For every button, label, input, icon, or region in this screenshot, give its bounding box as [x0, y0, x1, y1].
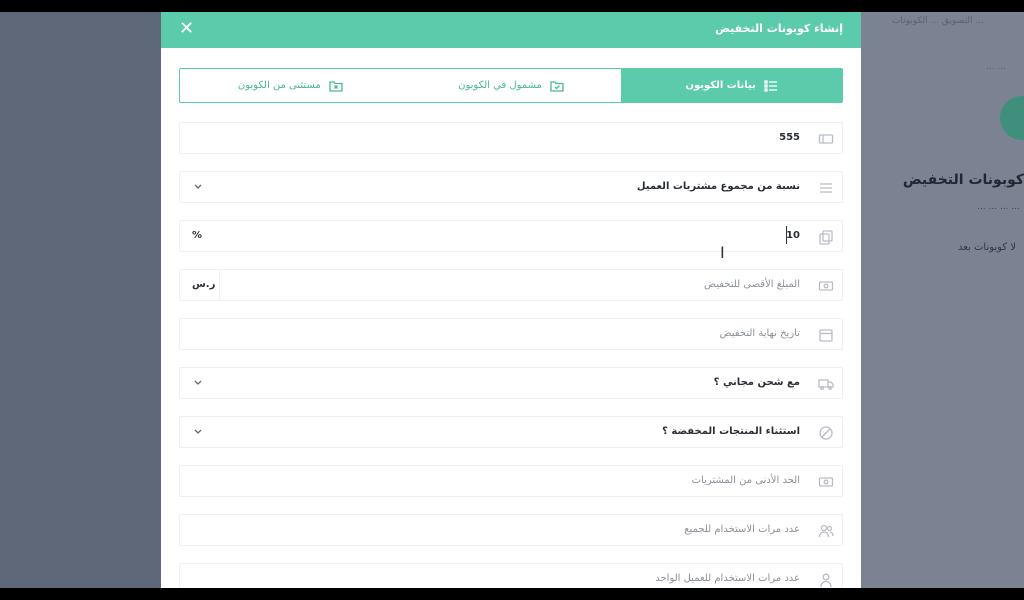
coupon-code-field[interactable]: 555: [179, 122, 843, 154]
chevron-down-icon: [194, 184, 202, 189]
copy-icon: [819, 230, 833, 245]
calendar-icon: [819, 329, 833, 342]
discount-value-field[interactable]: 10 % I: [179, 220, 843, 262]
currency-suffix-box: ر.س: [180, 270, 220, 300]
discount-value: 10: [786, 230, 800, 241]
max-discount-field[interactable]: المبلغ الأقصى للتخفيض ر.س: [179, 269, 843, 301]
background-subtitle: ... ... ... ...: [977, 202, 1020, 212]
currency-suffix: ر.س: [192, 279, 216, 290]
list-lines-icon: [820, 183, 832, 193]
tab-excluded-label: مستثنى من الكوبون: [237, 80, 321, 91]
text-caret: [786, 226, 787, 244]
exclude-discounted-value: استثناء المنتجات المخفضة ؟: [662, 426, 800, 437]
min-purchase-field[interactable]: الحد الأدنى من المشتريات: [179, 465, 843, 497]
discount-type-value: نسبة من مجموع مشتريات العميل: [636, 181, 800, 192]
user-icon: [820, 573, 832, 588]
list-icon: [764, 79, 777, 92]
background-small-text: ... ...: [985, 62, 1006, 72]
background-page: ... التسويق ... الكوبونات ... ... كوبونا…: [860, 12, 1024, 588]
percent-suffix: %: [192, 230, 203, 241]
discount-type-select[interactable]: نسبة من مجموع مشتريات العميل: [179, 171, 843, 203]
end-date-field[interactable]: تاريخ نهاية التخفيض: [179, 318, 843, 350]
chevron-down-icon: [194, 380, 202, 385]
max-discount-placeholder: المبلغ الأقصى للتخفيض: [703, 279, 800, 290]
tab-excluded[interactable]: مستثنى من الكوبون: [180, 69, 401, 102]
users-icon: [818, 524, 834, 538]
modal-title: إنشاء كوبونات التخفيض: [715, 22, 843, 35]
ticket-icon: [818, 134, 834, 144]
usage-per-customer-placeholder: عدد مرات الاستخدام للعميل الواحد: [655, 573, 800, 584]
min-purchase-placeholder: الحد الأدنى من المشتريات: [691, 475, 800, 486]
create-coupon-modal: إنشاء كوبونات التخفيض ✕ بيانات الكوبون م…: [161, 12, 861, 588]
tab-included-label: مشمول في الكوبون: [458, 80, 542, 91]
screen-frame: ... التسويق ... الكوبونات ... ... كوبونا…: [0, 12, 1024, 588]
free-shipping-select[interactable]: مع شحن مجاني ؟: [179, 367, 843, 399]
close-icon[interactable]: ✕: [179, 17, 194, 41]
exclude-discounted-select[interactable]: استثناء المنتجات المخفضة ؟: [179, 416, 843, 448]
tab-coupon-data-label: بيانات الكوبون: [685, 80, 756, 91]
folder-check-icon: [550, 80, 564, 92]
coupon-tabs: بيانات الكوبون مشمول في الكوبون مستثنى م…: [179, 68, 843, 103]
truck-icon: [818, 379, 834, 390]
chevron-down-icon: [194, 429, 202, 434]
end-date-placeholder: تاريخ نهاية التخفيض: [719, 328, 800, 339]
modal-header: إنشاء كوبونات التخفيض ✕: [161, 12, 861, 48]
money2-icon: [818, 477, 834, 487]
usage-total-placeholder: عدد مرات الاستخدام للجميع: [684, 524, 800, 535]
usage-total-field[interactable]: عدد مرات الاستخدام للجميع: [179, 514, 843, 546]
tab-included[interactable]: مشمول في الكوبون: [401, 69, 622, 102]
folder-x-icon: [329, 80, 343, 92]
money-icon: [818, 281, 834, 291]
free-shipping-value: مع شحن مجاني ؟: [713, 377, 800, 388]
usage-per-customer-field[interactable]: عدد مرات الاستخدام للعميل الواحد: [179, 563, 843, 588]
background-breadcrumb: ... التسويق ... الكوبونات: [891, 16, 984, 26]
ban-icon: [819, 426, 833, 440]
background-empty-text: لا كوبونات بعد: [957, 242, 1016, 253]
background-page-title: كوبونات التخفيض: [902, 172, 1024, 188]
tab-coupon-data[interactable]: بيانات الكوبون: [621, 69, 842, 102]
coupon-code-value: 555: [779, 132, 800, 143]
mouse-cursor-icon: I: [720, 243, 725, 262]
